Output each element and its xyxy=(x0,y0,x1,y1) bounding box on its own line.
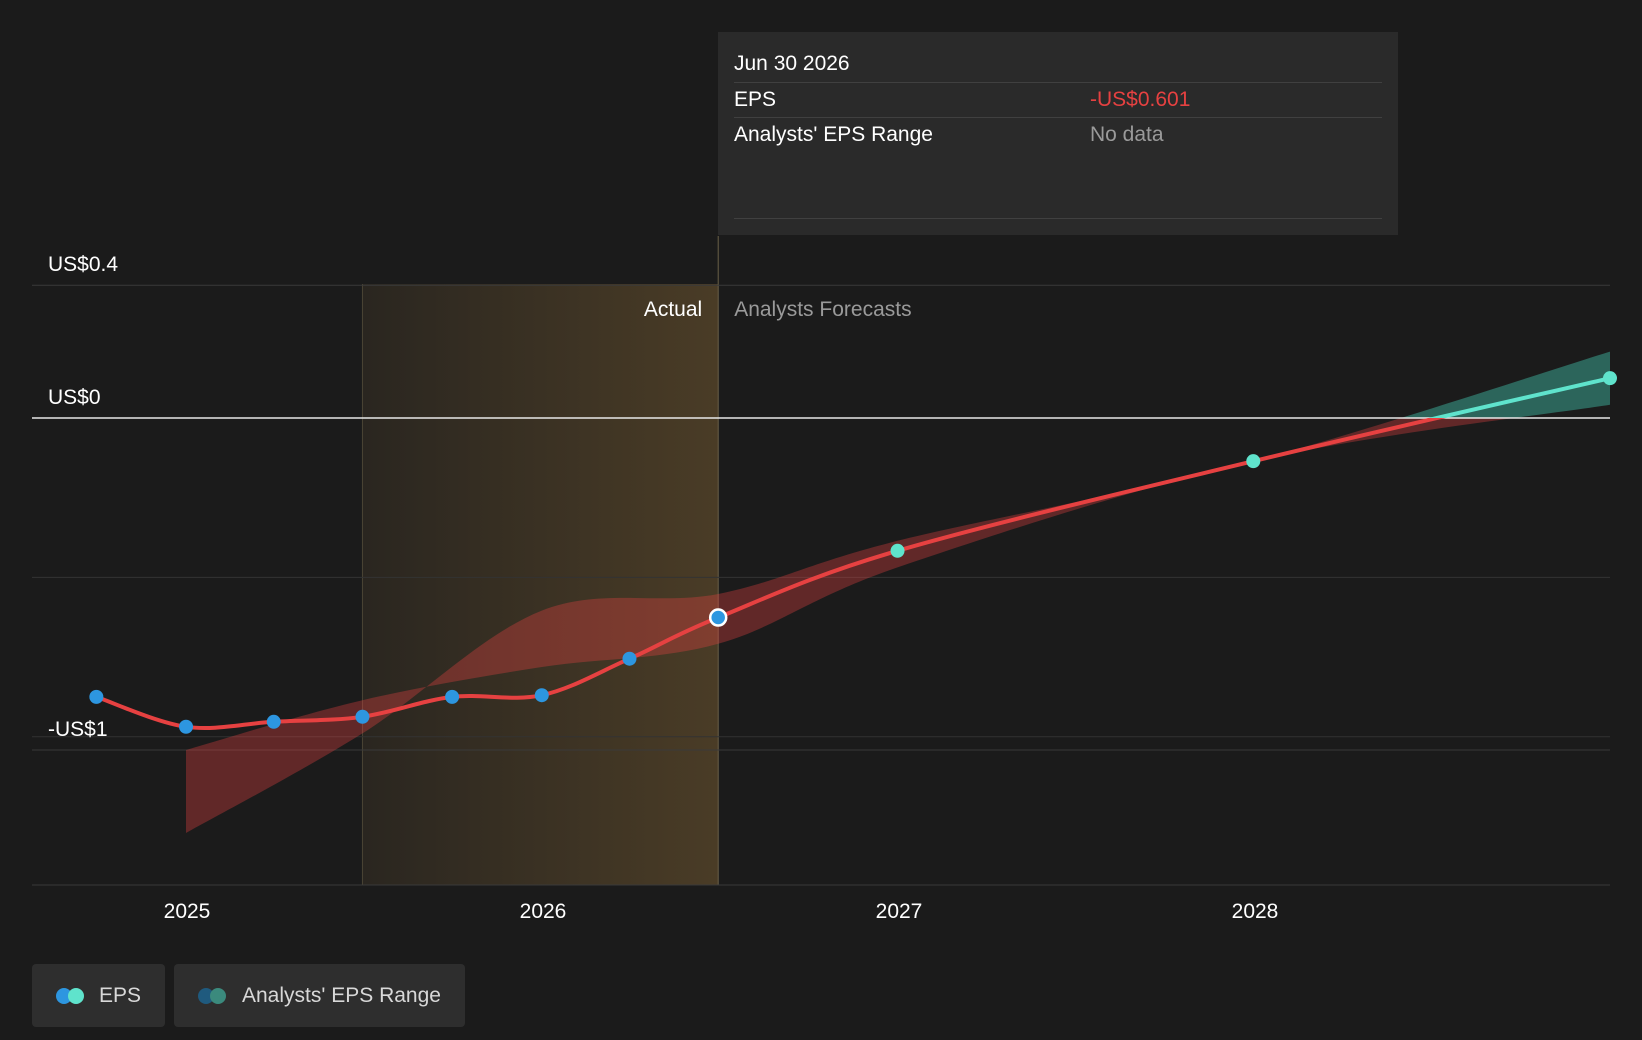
eps-actual-point-1 xyxy=(179,719,194,734)
hover-tooltip: Jun 30 2026 EPS -US$0.601 Analysts' EPS … xyxy=(718,32,1398,235)
x-tick-label: 2026 xyxy=(520,900,567,923)
tooltip-eps-row: EPS -US$0.601 xyxy=(734,83,1382,118)
actual-label: Actual xyxy=(644,298,702,321)
eps-legend-icon xyxy=(56,987,85,1004)
legend-eps-button[interactable]: EPS xyxy=(32,964,165,1027)
actual-period-shade xyxy=(362,284,719,885)
y-tick-label: US$0.4 xyxy=(48,253,118,276)
eps-forecast-point-3 xyxy=(1603,371,1617,386)
eps-actual-point-0 xyxy=(89,689,104,704)
tooltip-eps-value: -US$0.601 xyxy=(1090,88,1191,111)
legend-range-label: Analysts' EPS Range xyxy=(242,983,441,1007)
tooltip-range-label: Analysts' EPS Range xyxy=(734,123,933,146)
x-tick-label: 2025 xyxy=(164,900,211,923)
x-tick-label: 2028 xyxy=(1232,900,1279,923)
tooltip-date: Jun 30 2026 xyxy=(734,52,850,75)
range-legend-icon xyxy=(198,987,228,1004)
eps-actual-point-4 xyxy=(445,689,460,704)
y-tick-label: -US$1 xyxy=(48,718,108,741)
tooltip-eps-label: EPS xyxy=(734,88,777,111)
chart-legend: EPS Analysts' EPS Range xyxy=(32,964,465,1027)
legend-eps-label: EPS xyxy=(98,983,141,1007)
y-tick-label: US$0 xyxy=(48,386,101,409)
eps-actual-point-6 xyxy=(622,651,637,666)
tooltip-range-value: No data xyxy=(1090,123,1164,146)
eps-forecast-point-2 xyxy=(1246,454,1261,469)
eps-actual-point-5 xyxy=(534,688,549,703)
eps-highlight-point xyxy=(708,608,728,627)
eps-actual-point-2 xyxy=(266,714,281,729)
legend-range-button[interactable]: Analysts' EPS Range xyxy=(174,964,465,1027)
tooltip-date-row: Jun 30 2026 xyxy=(734,46,1382,83)
eps-forecast-point-1 xyxy=(890,543,905,558)
x-tick-label: 2027 xyxy=(876,900,923,923)
forecast-label: Analysts Forecasts xyxy=(734,298,911,321)
eps-actual-point-3 xyxy=(355,709,370,724)
tooltip-divider xyxy=(734,218,1382,219)
tooltip-range-row: Analysts' EPS Range No data xyxy=(734,118,1382,152)
